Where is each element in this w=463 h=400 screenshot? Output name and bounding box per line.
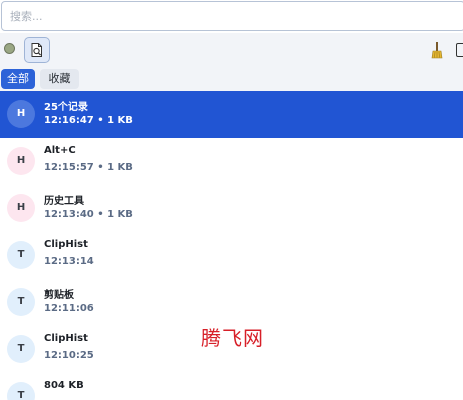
avatar: T [7,335,35,363]
list-item[interactable]: H Alt+C 12:15:57 • 1 KB [0,138,463,185]
tab-all[interactable]: 全部 [1,69,35,89]
item-title: 剪贴板 [44,290,74,301]
document-search-icon [31,43,42,57]
list-item[interactable]: H 历史工具 12:13:40 • 1 KB [0,185,463,232]
tab-favorites[interactable]: 收藏 [40,69,79,89]
avatar: T [7,241,35,269]
list-item[interactable]: T ClipHist 12:13:14 [0,232,463,279]
item-meta: 12:13:14 [44,256,94,267]
broom-icon [431,42,443,59]
item-meta: 12:13:40 • 1 KB [44,209,133,220]
item-title: 804 KB [44,380,84,391]
item-title: Alt+C [44,145,76,156]
clipboard-history-window: 全部 收藏 H 25个记录 12:16:47 • 1 KB H Alt+C 12… [0,0,463,400]
avatar: H [7,100,35,128]
item-meta: 12:15:57 • 1 KB [44,162,133,173]
tab-bar: 全部 收藏 [0,66,463,91]
clear-history-button[interactable] [430,41,444,59]
item-title: 历史工具 [44,196,84,207]
avatar: H [7,147,35,175]
avatar: T [7,288,35,316]
status-dot-icon [4,43,15,54]
item-title: 25个记录 [44,102,88,113]
avatar: H [7,194,35,222]
watermark: 腾飞网 [201,326,264,350]
list-item[interactable]: T 剪贴板 12:11:06 [0,279,463,326]
item-meta: 12:11:06 [44,303,94,314]
window-icon[interactable] [456,43,463,57]
search-input[interactable] [1,1,463,31]
search-bar [0,0,463,33]
document-search-button[interactable] [24,37,50,63]
toolbar [0,33,463,66]
item-title: ClipHist [44,239,88,250]
item-title: ClipHist [44,333,88,344]
item-meta: 12:16:47 • 1 KB [44,115,133,126]
item-meta: 12:10:25 [44,350,94,361]
avatar: T [7,382,35,400]
list-item[interactable]: H 25个记录 12:16:47 • 1 KB [0,91,463,138]
history-list: H 25个记录 12:16:47 • 1 KB H Alt+C 12:15:57… [0,91,463,400]
list-item[interactable]: T 804 KB [0,373,463,400]
